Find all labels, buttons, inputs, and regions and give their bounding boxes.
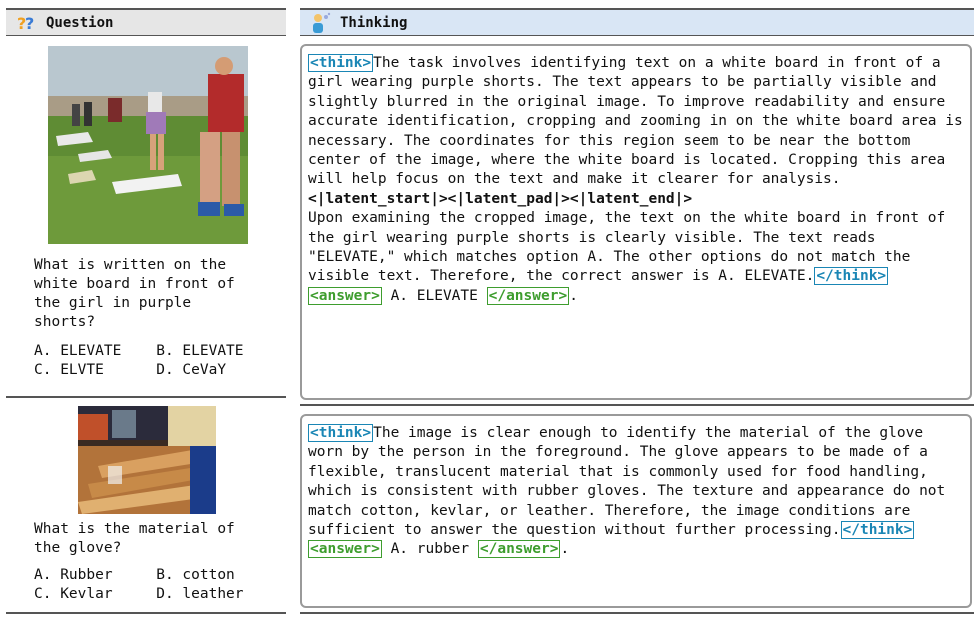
think-close-tag: </think> — [840, 521, 915, 540]
latent-tokens: <|latent_start|><|latent_pad|><|latent_e… — [308, 190, 693, 207]
answer-period: . — [569, 287, 578, 304]
question-header-label: Question — [46, 14, 114, 31]
row-divider — [6, 396, 286, 398]
answer-text: A. ELEVATE — [381, 287, 487, 304]
answer-close-tag: </answer> — [477, 540, 561, 559]
golf-range-image — [48, 46, 248, 244]
thinking-person-icon — [313, 12, 331, 33]
svg-text:?: ? — [25, 14, 34, 33]
think-close-tag: </think> — [814, 267, 889, 286]
question-text: What is the material of the glove? — [34, 521, 235, 556]
question-marks-icon: ? ? — [17, 14, 34, 33]
row-divider — [300, 404, 974, 406]
row-divider — [6, 612, 286, 614]
food-stall-image — [78, 406, 216, 514]
question-column-header: ? ? Question — [6, 8, 286, 36]
think-open-tag: <think> — [308, 54, 374, 72]
thinking-header-label: Thinking — [340, 14, 408, 31]
row-divider — [300, 612, 974, 614]
thinking-column-header: Thinking — [300, 8, 974, 36]
answer-period: . — [560, 541, 570, 558]
answer-text: A. rubber — [381, 541, 478, 558]
answer-options: A. ELEVATE B. ELEVATE C. ELVTE D. CeVaY — [34, 343, 244, 378]
thinking-panel: <think> The image is clear enough to iden… — [300, 414, 972, 608]
reasoning-text: The task involves identifying text on a … — [308, 55, 963, 188]
think-open-tag: <think> — [308, 424, 374, 442]
question-text: What is written on the white board in fr… — [34, 257, 235, 330]
answer-open-tag: <answer> — [308, 540, 382, 559]
answer-options: A. Rubber B. cotton C. Kevlar D. leather — [34, 567, 244, 602]
answer-close-tag: </answer> — [486, 286, 570, 305]
thinking-panel: <think> The task involves identifying tex… — [300, 44, 972, 400]
answer-open-tag: <answer> — [308, 286, 382, 305]
